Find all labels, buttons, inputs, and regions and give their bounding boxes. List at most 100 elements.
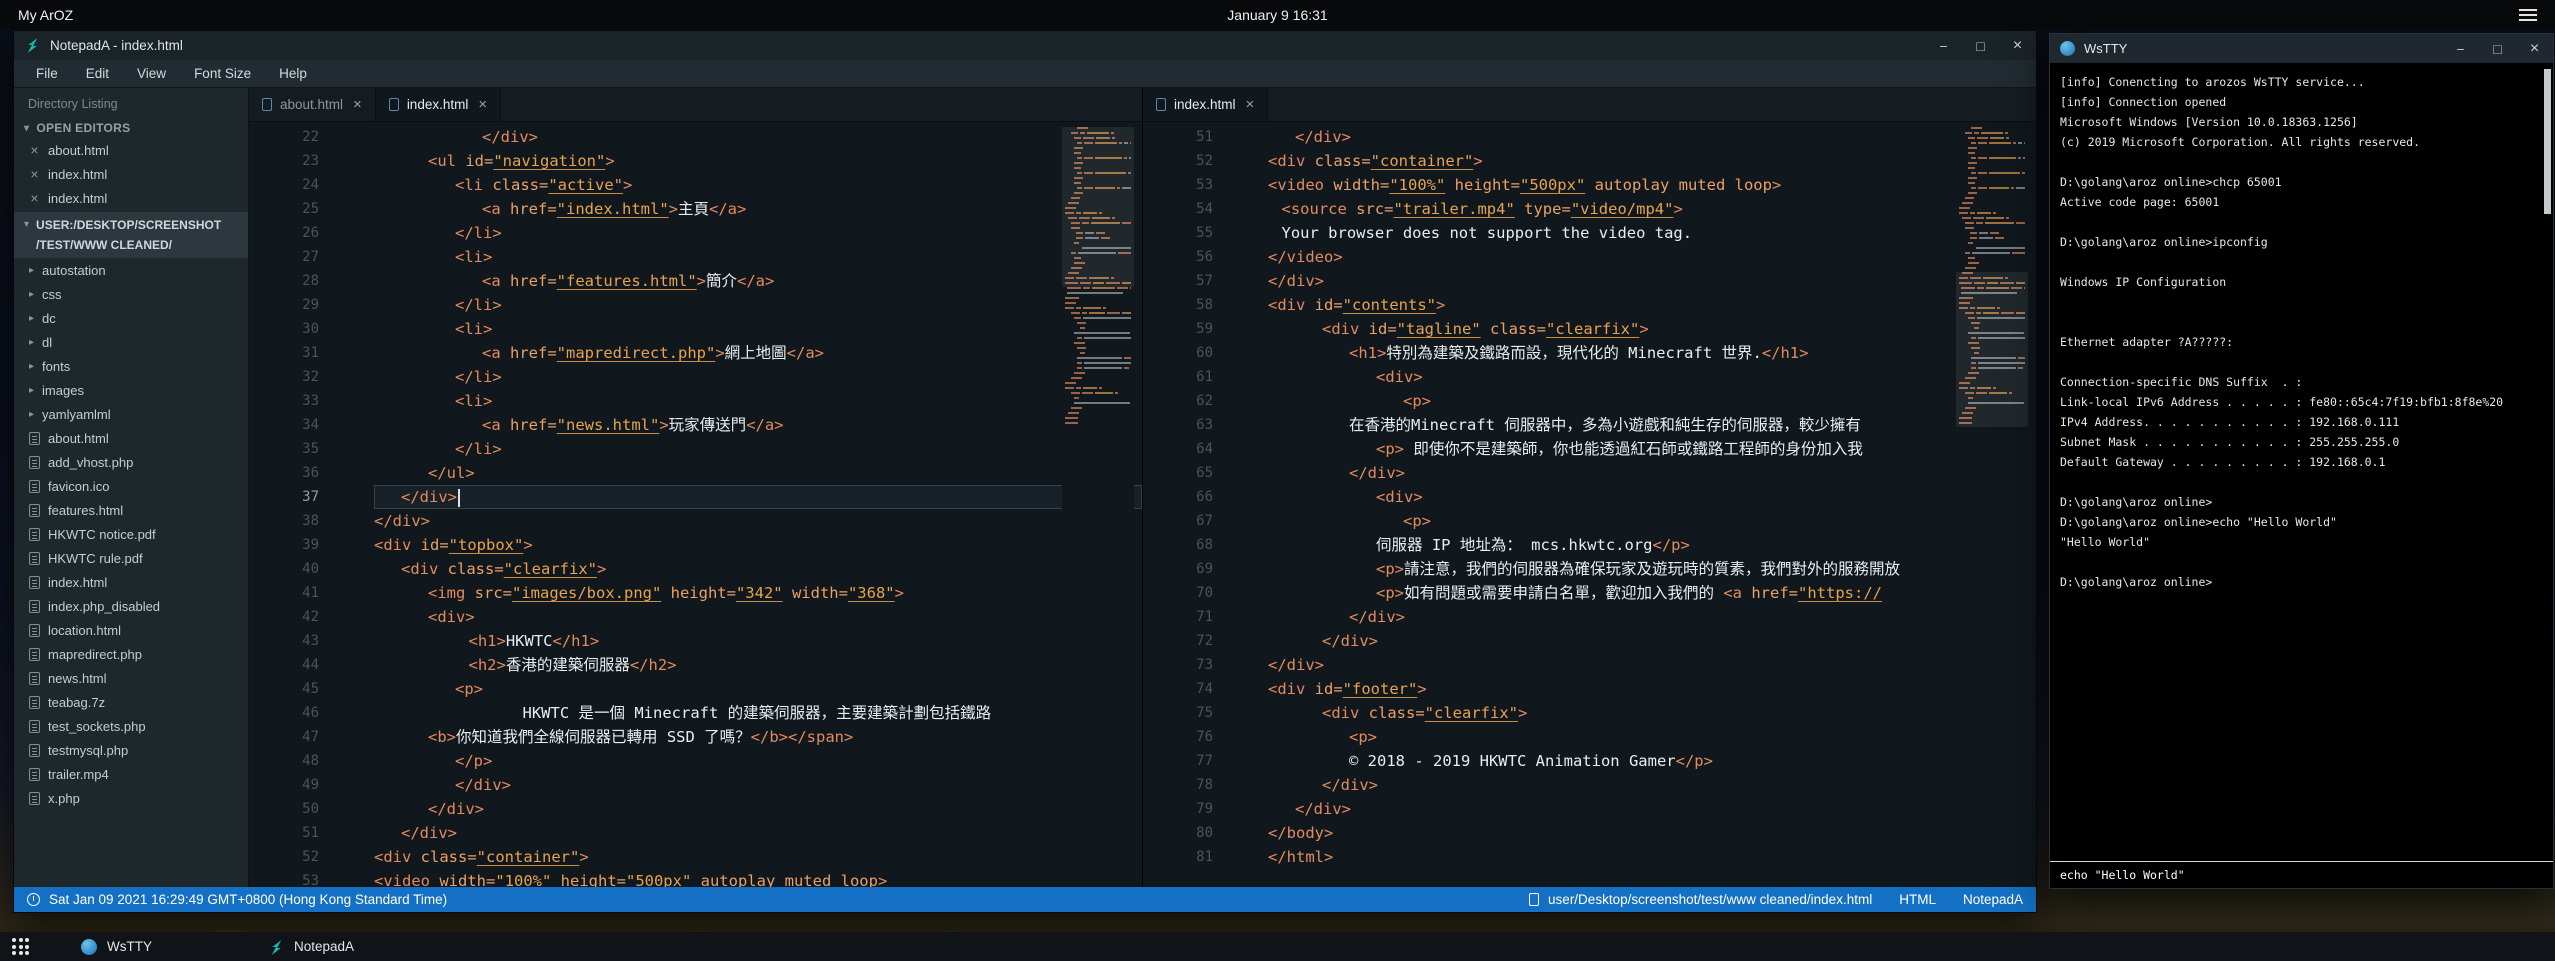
code-line-33[interactable]: <li> bbox=[374, 389, 1142, 413]
open-editors-header[interactable]: ▾ OPEN EDITORS bbox=[14, 118, 248, 138]
code-area[interactable]: </div> <ul id="navigation"><li class="act… bbox=[374, 125, 1142, 887]
code-line-42[interactable]: <div> bbox=[374, 605, 1142, 629]
close-tab-icon[interactable]: × bbox=[351, 96, 362, 113]
minimap-slider[interactable] bbox=[1956, 272, 2028, 427]
code-line-41[interactable]: <img src="images/box.png" height="342" w… bbox=[374, 581, 1142, 605]
folder-autostation[interactable]: ▸autostation bbox=[14, 258, 248, 282]
folder-dl[interactable]: ▸dl bbox=[14, 330, 248, 354]
taskbar-item-wstty[interactable]: WsTTY bbox=[75, 939, 262, 955]
open-editor-about-html[interactable]: ×about.html bbox=[14, 138, 248, 162]
menu-item-file[interactable]: File bbox=[22, 60, 72, 88]
file-trailer-mp4[interactable]: trailer.mp4 bbox=[14, 762, 248, 786]
code-line-37[interactable]: </div> bbox=[374, 485, 1142, 509]
code-line-36[interactable]: </ul> bbox=[374, 461, 1142, 485]
code-line-46[interactable]: HKWTC 是一個 Minecraft 的建築伺服器，主要建築計劃包括鐵路 bbox=[374, 701, 1142, 725]
minimap[interactable] bbox=[1956, 125, 2028, 887]
code-line-81[interactable]: </html> bbox=[1268, 845, 2036, 869]
system-menu-label[interactable]: My ArOZ bbox=[18, 7, 73, 23]
tab-index-html[interactable]: index.html× bbox=[376, 88, 501, 121]
minimap[interactable] bbox=[1062, 125, 1134, 887]
code-line-54[interactable]: <source src="trailer.mp4" type="video/mp… bbox=[1268, 197, 2036, 221]
code-line-63[interactable]: 在香港的Minecraft 伺服器中，多為小遊戲和純生存的伺服器，較少擁有 bbox=[1268, 413, 2036, 437]
code-line-61[interactable]: <div> bbox=[1268, 365, 2036, 389]
code-line-35[interactable]: </li> bbox=[374, 437, 1142, 461]
taskbar-item-notepada[interactable]: NotepadA bbox=[262, 939, 449, 955]
maximize-button[interactable]: □ bbox=[2479, 34, 2516, 63]
code-area[interactable]: </div><div class="container"><video widt… bbox=[1268, 125, 2036, 887]
code-line-25[interactable]: <a href="index.html">主頁</a> bbox=[374, 197, 1142, 221]
minimize-button[interactable]: − bbox=[1925, 31, 1962, 60]
file-hkwtc-notice-pdf[interactable]: HKWTC notice.pdf bbox=[14, 522, 248, 546]
file-favicon-ico[interactable]: favicon.ico bbox=[14, 474, 248, 498]
file-x-php[interactable]: x.php bbox=[14, 786, 248, 810]
menu-item-font-size[interactable]: Font Size bbox=[180, 60, 265, 88]
terminal-input[interactable] bbox=[2060, 868, 2543, 882]
code-line-48[interactable]: </p> bbox=[374, 749, 1142, 773]
app-launcher-icon[interactable] bbox=[12, 938, 29, 955]
code-line-43[interactable]: <h1>HKWTC</h1> bbox=[374, 629, 1142, 653]
open-editor-index-html[interactable]: ×index.html bbox=[14, 186, 248, 210]
close-tab-icon[interactable]: × bbox=[476, 96, 487, 113]
file-hkwtc-rule-pdf[interactable]: HKWTC rule.pdf bbox=[14, 546, 248, 570]
terminal-scrollbar[interactable] bbox=[2544, 69, 2551, 214]
code-line-28[interactable]: <a href="features.html">簡介</a> bbox=[374, 269, 1142, 293]
code-line-76[interactable]: <p> bbox=[1268, 725, 2036, 749]
close-button[interactable]: × bbox=[1999, 31, 2036, 60]
file-news-html[interactable]: news.html bbox=[14, 666, 248, 690]
code-line-31[interactable]: <a href="mapredirect.php">網上地圖</a> bbox=[374, 341, 1142, 365]
code-line-60[interactable]: <h1>特別為建築及鐵路而設，現代化的 Minecraft 世界.</h1> bbox=[1268, 341, 2036, 365]
file-add-vhost-php[interactable]: add_vhost.php bbox=[14, 450, 248, 474]
tab-about-html[interactable]: about.html× bbox=[249, 88, 376, 121]
close-editor-icon[interactable]: × bbox=[29, 190, 40, 206]
code-line-62[interactable]: <p> bbox=[1268, 389, 2036, 413]
code-line-47[interactable]: <b>你知道我們全線伺服器已轉用 SSD 了嗎？</b></span> bbox=[374, 725, 1142, 749]
code-line-30[interactable]: <li> bbox=[374, 317, 1142, 341]
code-line-75[interactable]: <div class="clearfix"> bbox=[1268, 701, 2036, 725]
folder-images[interactable]: ▸images bbox=[14, 378, 248, 402]
tab-index-html[interactable]: index.html× bbox=[1143, 88, 1268, 121]
file-about-html[interactable]: about.html bbox=[14, 426, 248, 450]
code-line-57[interactable]: </div> bbox=[1268, 269, 2036, 293]
file-testmysql-php[interactable]: testmysql.php bbox=[14, 738, 248, 762]
folder-fonts[interactable]: ▸fonts bbox=[14, 354, 248, 378]
open-editor-index-html[interactable]: ×index.html bbox=[14, 162, 248, 186]
file-teabag-7z[interactable]: teabag.7z bbox=[14, 690, 248, 714]
code-line-68[interactable]: 伺服器 IP 地址為： mcs.hkwtc.org</p> bbox=[1268, 533, 2036, 557]
file-features-html[interactable]: features.html bbox=[14, 498, 248, 522]
code-line-49[interactable]: </div> bbox=[374, 773, 1142, 797]
close-editor-icon[interactable]: × bbox=[29, 142, 40, 158]
menu-item-edit[interactable]: Edit bbox=[72, 60, 123, 88]
code-line-66[interactable]: <div> bbox=[1268, 485, 2036, 509]
notepada-titlebar[interactable]: NotepadA - index.html − □ × bbox=[14, 31, 2036, 60]
maximize-button[interactable]: □ bbox=[1962, 31, 1999, 60]
code-line-80[interactable]: </body> bbox=[1268, 821, 2036, 845]
file-index-php-disabled[interactable]: index.php_disabled bbox=[14, 594, 248, 618]
code-line-74[interactable]: <div id="footer"> bbox=[1268, 677, 2036, 701]
code-line-52[interactable]: <div class="container"> bbox=[1268, 149, 2036, 173]
code-line-65[interactable]: </div> bbox=[1268, 461, 2036, 485]
file-index-html[interactable]: index.html bbox=[14, 570, 248, 594]
menu-item-view[interactable]: View bbox=[123, 60, 180, 88]
workspace-folder-header[interactable]: ▾ USER:/DESKTOP/SCREENSHOT /TEST/WWW CLE… bbox=[14, 212, 248, 258]
folder-dc[interactable]: ▸dc bbox=[14, 306, 248, 330]
file-test-sockets-php[interactable]: test_sockets.php bbox=[14, 714, 248, 738]
code-line-38[interactable]: </div> bbox=[374, 509, 1142, 533]
code-line-79[interactable]: </div> bbox=[1268, 797, 2036, 821]
code-line-32[interactable]: </li> bbox=[374, 365, 1142, 389]
wstty-titlebar[interactable]: WsTTY − □ × bbox=[2050, 34, 2553, 63]
code-line-29[interactable]: </li> bbox=[374, 293, 1142, 317]
code-line-69[interactable]: <p>請注意，我們的伺服器為確保玩家及遊玩時的質素，我們對外的服務開放 bbox=[1268, 557, 2036, 581]
code-line-23[interactable]: <ul id="navigation"> bbox=[374, 149, 1142, 173]
code-line-72[interactable]: </div> bbox=[1268, 629, 2036, 653]
file-location-html[interactable]: location.html bbox=[14, 618, 248, 642]
code-line-52[interactable]: <div class="container"> bbox=[374, 845, 1142, 869]
code-line-51[interactable]: </div> bbox=[1268, 125, 2036, 149]
hamburger-menu-icon[interactable] bbox=[2519, 9, 2537, 21]
code-line-45[interactable]: <p> bbox=[374, 677, 1142, 701]
code-line-44[interactable]: <h2>香港的建築伺服器</h2> bbox=[374, 653, 1142, 677]
code-line-24[interactable]: <li class="active"> bbox=[374, 173, 1142, 197]
code-line-58[interactable]: <div id="contents"> bbox=[1268, 293, 2036, 317]
code-line-27[interactable]: <li> bbox=[374, 245, 1142, 269]
minimap-slider[interactable] bbox=[1062, 127, 1134, 287]
code-line-26[interactable]: </li> bbox=[374, 221, 1142, 245]
